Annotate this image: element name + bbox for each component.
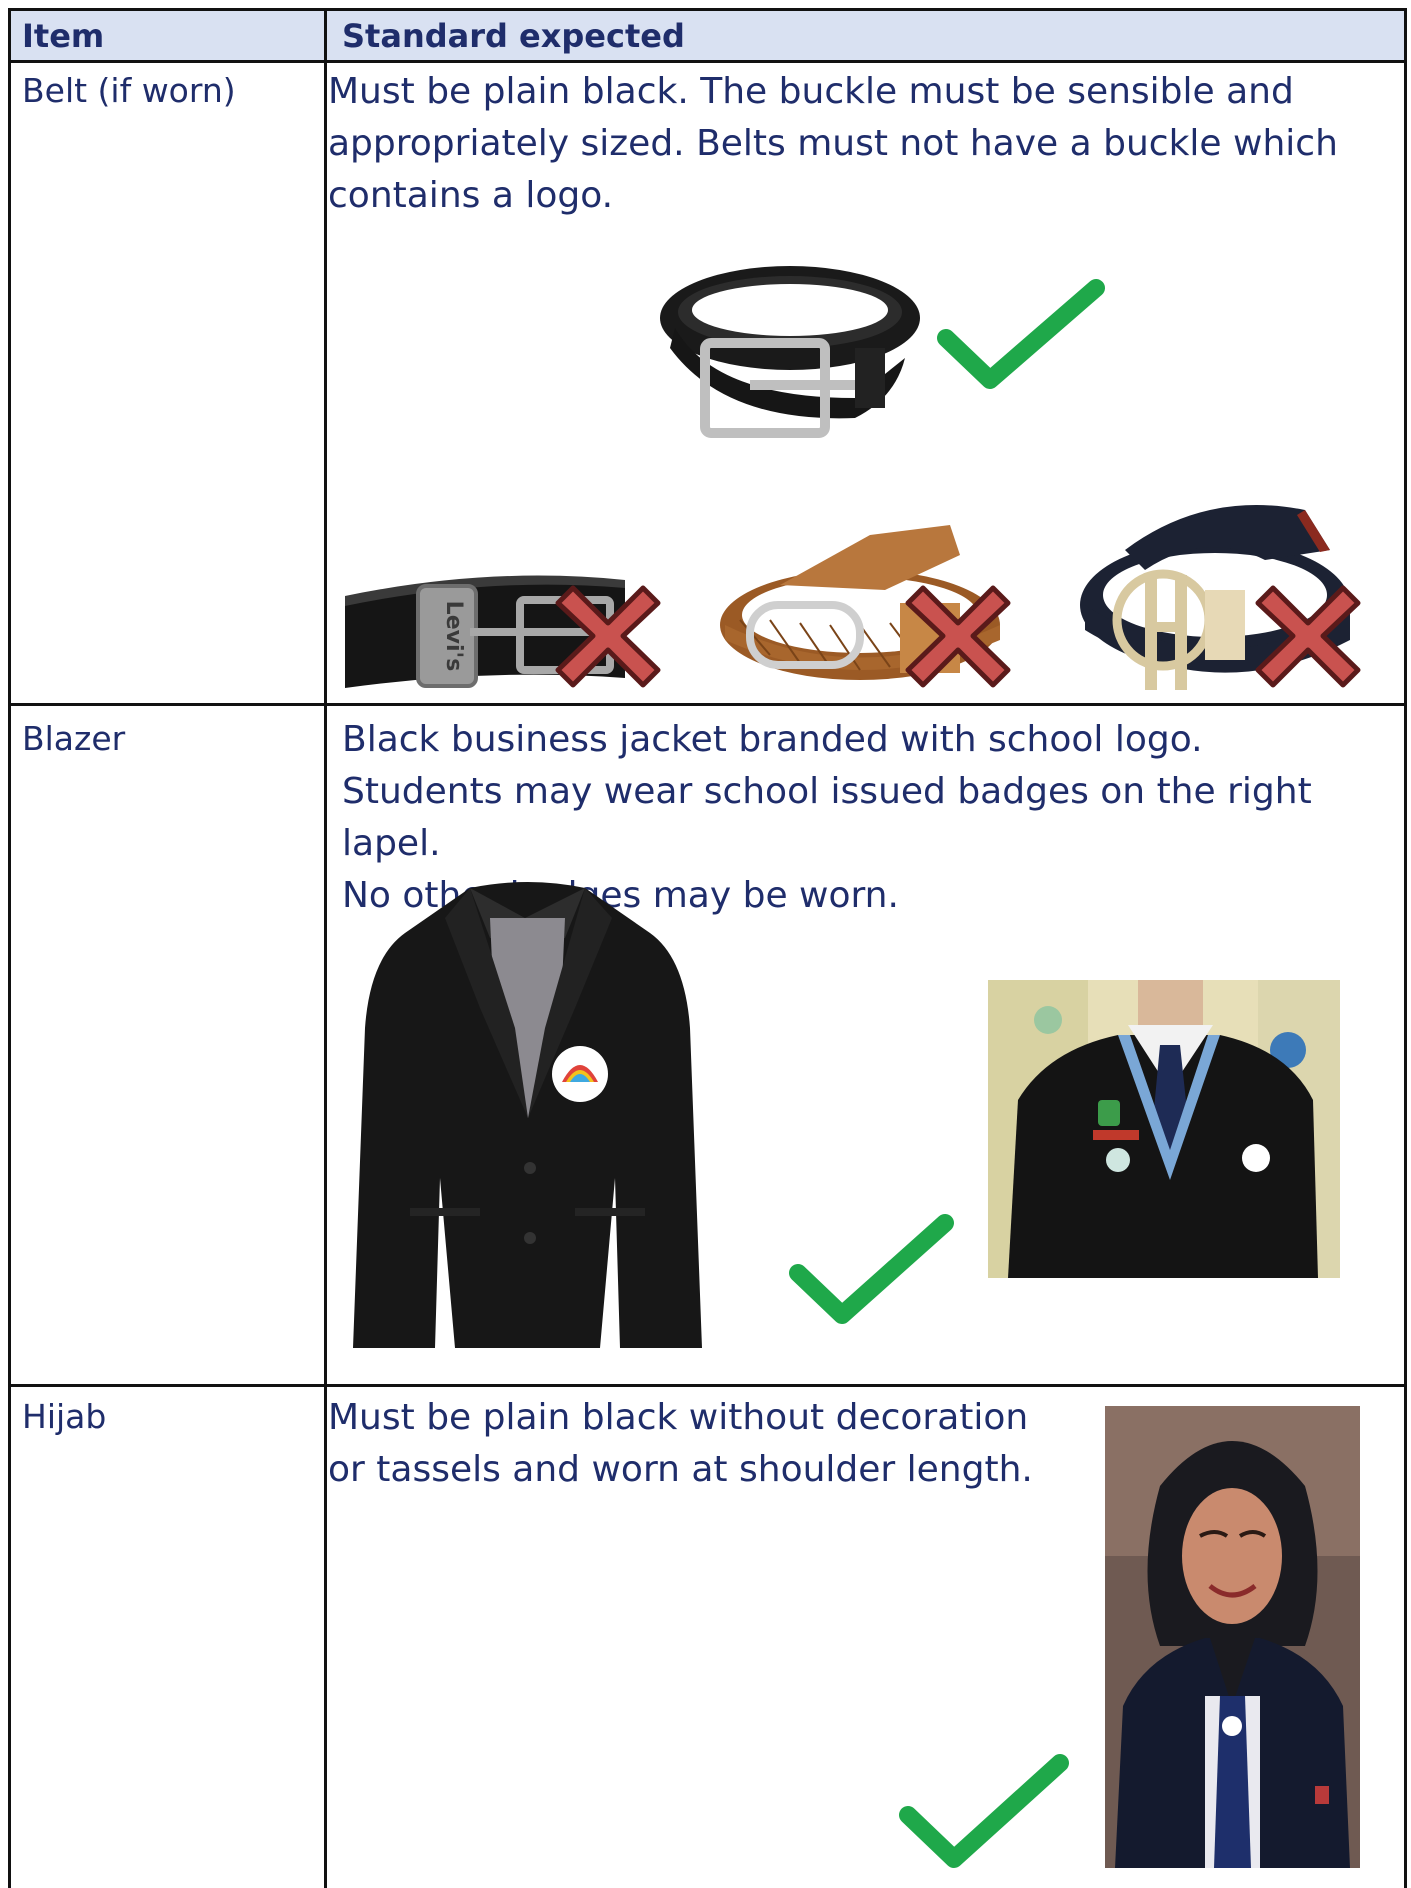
table-divider-header <box>8 60 1406 63</box>
uniform-standards-table: Item Standard expected Belt (if worn) Mu… <box>0 0 1411 1888</box>
check-mark-icon <box>899 1754 1069 1868</box>
plain-black-belt-image <box>660 266 920 438</box>
table-divider-blazer-hijab <box>8 1384 1406 1387</box>
table-header-row <box>8 8 1404 60</box>
check-mark-icon <box>789 1214 954 1324</box>
table-column-divider <box>324 8 327 1888</box>
cross-mark-icon <box>905 585 1011 688</box>
table-border-left <box>8 8 11 1888</box>
student-blazer-photo <box>988 980 1340 1278</box>
cross-mark-icon <box>555 585 661 688</box>
row-hijab-standard: Must be plain black without decoration o… <box>328 1397 1033 1490</box>
table-border-top <box>8 8 1406 11</box>
row-belt-standard: Must be plain black. The buckle must be … <box>328 71 1338 216</box>
student-hijab-photo <box>1105 1406 1360 1868</box>
header-item: Item <box>22 17 105 55</box>
header-standard-expected: Standard expected <box>342 17 685 55</box>
row-blazer-item: Blazer <box>22 719 126 758</box>
row-hijab-item: Hijab <box>22 1397 107 1436</box>
check-mark-icon <box>937 279 1105 389</box>
cross-mark-icon <box>1255 585 1361 688</box>
row-belt-item: Belt (if worn) <box>22 71 236 110</box>
levis-brand-text: Levi's <box>441 601 466 672</box>
black-blazer-image <box>353 882 702 1348</box>
table-border-right <box>1404 8 1407 1888</box>
